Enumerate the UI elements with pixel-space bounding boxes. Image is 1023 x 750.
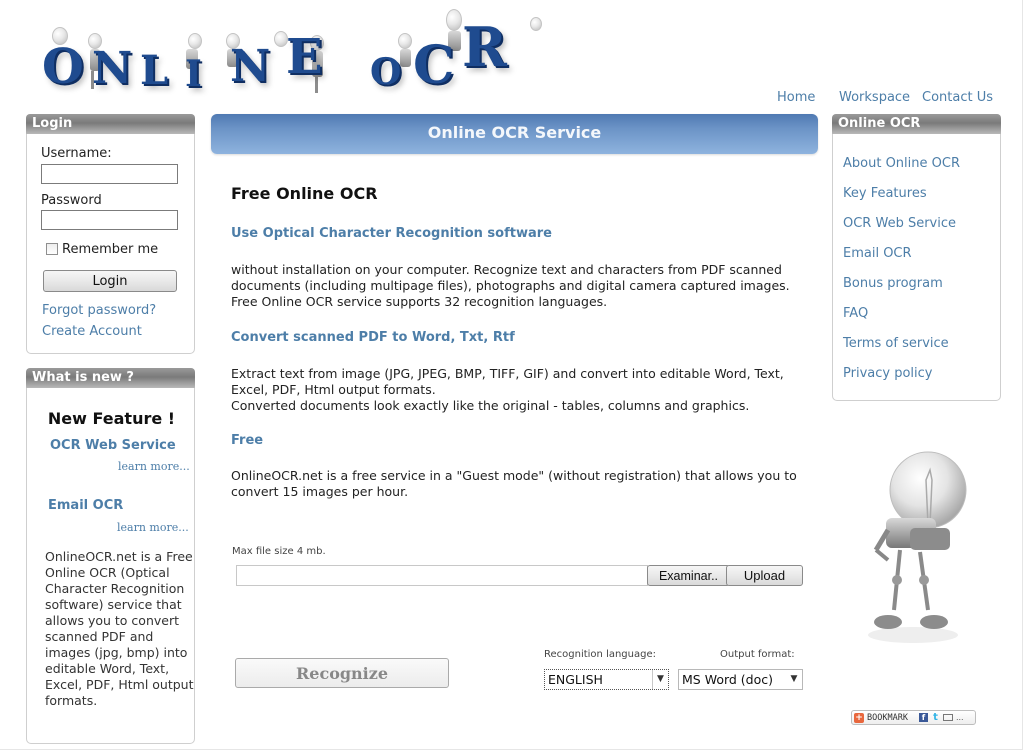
username-input[interactable] [41,164,178,184]
site-logo[interactable]: O N L I N E O C R [30,5,575,100]
menu-item-key-features[interactable]: Key Features [843,186,927,201]
forgot-password-link[interactable]: Forgot password? [42,303,156,318]
whats-new-title: What is new ? [26,368,195,388]
menu-item-bonus-program[interactable]: Bonus program [843,276,943,291]
recognition-language-value: ENGLISH [548,672,603,687]
section-body: Extract text from image (JPG, JPEG, BMP,… [231,366,784,397]
logo-letter: N [92,43,133,94]
main-section-header: Online OCR Service [211,114,818,154]
menu-item-privacy[interactable]: Privacy policy [843,366,932,381]
menu-item-terms[interactable]: Terms of service [843,336,949,351]
online-ocr-menu-title: Online OCR [832,114,1001,134]
nav-workspace-link[interactable]: Workspace [839,90,910,105]
logo-letter: E [286,29,323,85]
upload-button[interactable]: Upload [726,565,803,586]
create-account-link[interactable]: Create Account [42,324,142,339]
output-format-select[interactable]: MS Word (doc) ▼ [678,669,803,690]
remember-me-checkbox[interactable] [46,243,58,255]
logo-letter: O [42,39,84,95]
more-share-options[interactable]: ... [956,713,964,722]
login-button[interactable]: Login [43,270,177,292]
whats-new-panel: What is new ? New Feature ! OCR Web Serv… [26,368,195,744]
section-heading: Free [231,433,264,448]
bookmark-share-button[interactable]: + BOOKMARK f t ... [851,710,976,725]
logo-letter: O [370,51,402,93]
menu-item-ocr-web-service[interactable]: OCR Web Service [843,216,956,231]
browse-button[interactable]: Examinar.. [647,565,730,586]
logo-letter: L [140,47,169,94]
menu-item-email-ocr[interactable]: Email OCR [843,246,912,261]
nav-contact-link[interactable]: Contact Us [922,90,993,105]
output-format-label: Output format: [720,649,795,660]
learn-more-link[interactable]: learn more... [117,521,189,534]
remember-me-label: Remember me [62,242,159,257]
promo-text: OnlineOCR.net is a Free Online OCR (Opti… [45,549,194,708]
chevron-down-icon: ▼ [790,674,798,684]
logo-letter: N [230,41,271,92]
section-body: OnlineOCR.net is a free service in a "Gu… [231,468,797,499]
feature-link-ocr-web-service[interactable]: OCR Web Service [50,438,176,453]
output-format-value: MS Word (doc) [682,672,774,687]
online-ocr-menu-panel: Online OCR About Online OCR Key Features… [832,114,1001,401]
menu-item-faq[interactable]: FAQ [843,306,868,321]
max-file-size-label: Max file size 4 mb. [232,546,326,557]
twitter-icon[interactable]: t [931,713,940,723]
logo-letter: R [462,15,507,79]
password-label: Password [41,193,102,208]
lightbulb-robot-illustration [858,440,978,650]
logo-letter: I [185,53,202,95]
login-panel: Login Username: Password Remember me Log… [26,114,195,354]
facebook-icon[interactable]: f [918,713,928,722]
username-label: Username: [41,146,112,161]
menu-item-about[interactable]: About Online OCR [843,156,960,171]
page-title: Free Online OCR [231,184,378,203]
recognition-language-select[interactable]: ENGLISH ▼ [544,669,669,690]
login-panel-title: Login [26,114,195,134]
password-input[interactable] [41,210,178,230]
file-path-input[interactable] [236,565,648,586]
email-icon[interactable] [942,714,953,721]
lightbulb-robot-icon [868,451,967,643]
recognition-language-label: Recognition language: [544,649,656,660]
new-feature-heading: New Feature ! [47,409,176,428]
feature-link-email-ocr[interactable]: Email OCR [48,498,123,513]
section-heading: Use Optical Character Recognition softwa… [231,226,552,241]
section-heading: Convert scanned PDF to Word, Txt, Rtf [231,330,515,345]
nav-home-link[interactable]: Home [777,90,815,105]
section-body-extra: Converted documents look exactly like th… [231,398,750,413]
chevron-down-icon: ▼ [652,670,668,689]
recognize-button[interactable]: Recognize [235,658,449,688]
section-body: without installation on your computer. R… [231,262,790,309]
plus-icon: + [854,712,864,723]
bookmark-label: BOOKMARK [867,712,908,723]
learn-more-link[interactable]: learn more... [118,460,190,473]
logo-letter: C [413,35,455,96]
